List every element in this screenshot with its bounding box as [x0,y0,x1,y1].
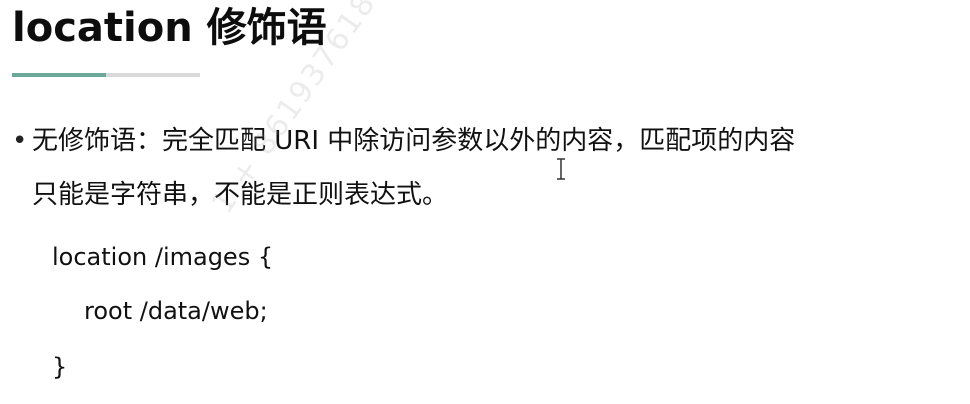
bullet-marker: • [12,126,28,156]
slide-title: location 修饰语 [12,5,327,51]
title-underline [12,73,200,77]
title-underline-accent [12,73,106,77]
bullet-text-line-2: 只能是字符串，不能是正则表达式。 [32,180,449,210]
bullet-text-line-1: 无修饰语：完全匹配 URI 中除访问参数以外的内容，匹配项的内容 [32,126,796,156]
code-line-1: location /images { [52,243,274,271]
slide: location 修饰语 • 无修饰语：完全匹配 URI 中除访问参数以外的内容… [0,0,970,404]
code-line-2: root /data/web; [84,297,268,325]
text-cursor-icon [557,158,565,180]
code-line-3: } [52,353,68,381]
